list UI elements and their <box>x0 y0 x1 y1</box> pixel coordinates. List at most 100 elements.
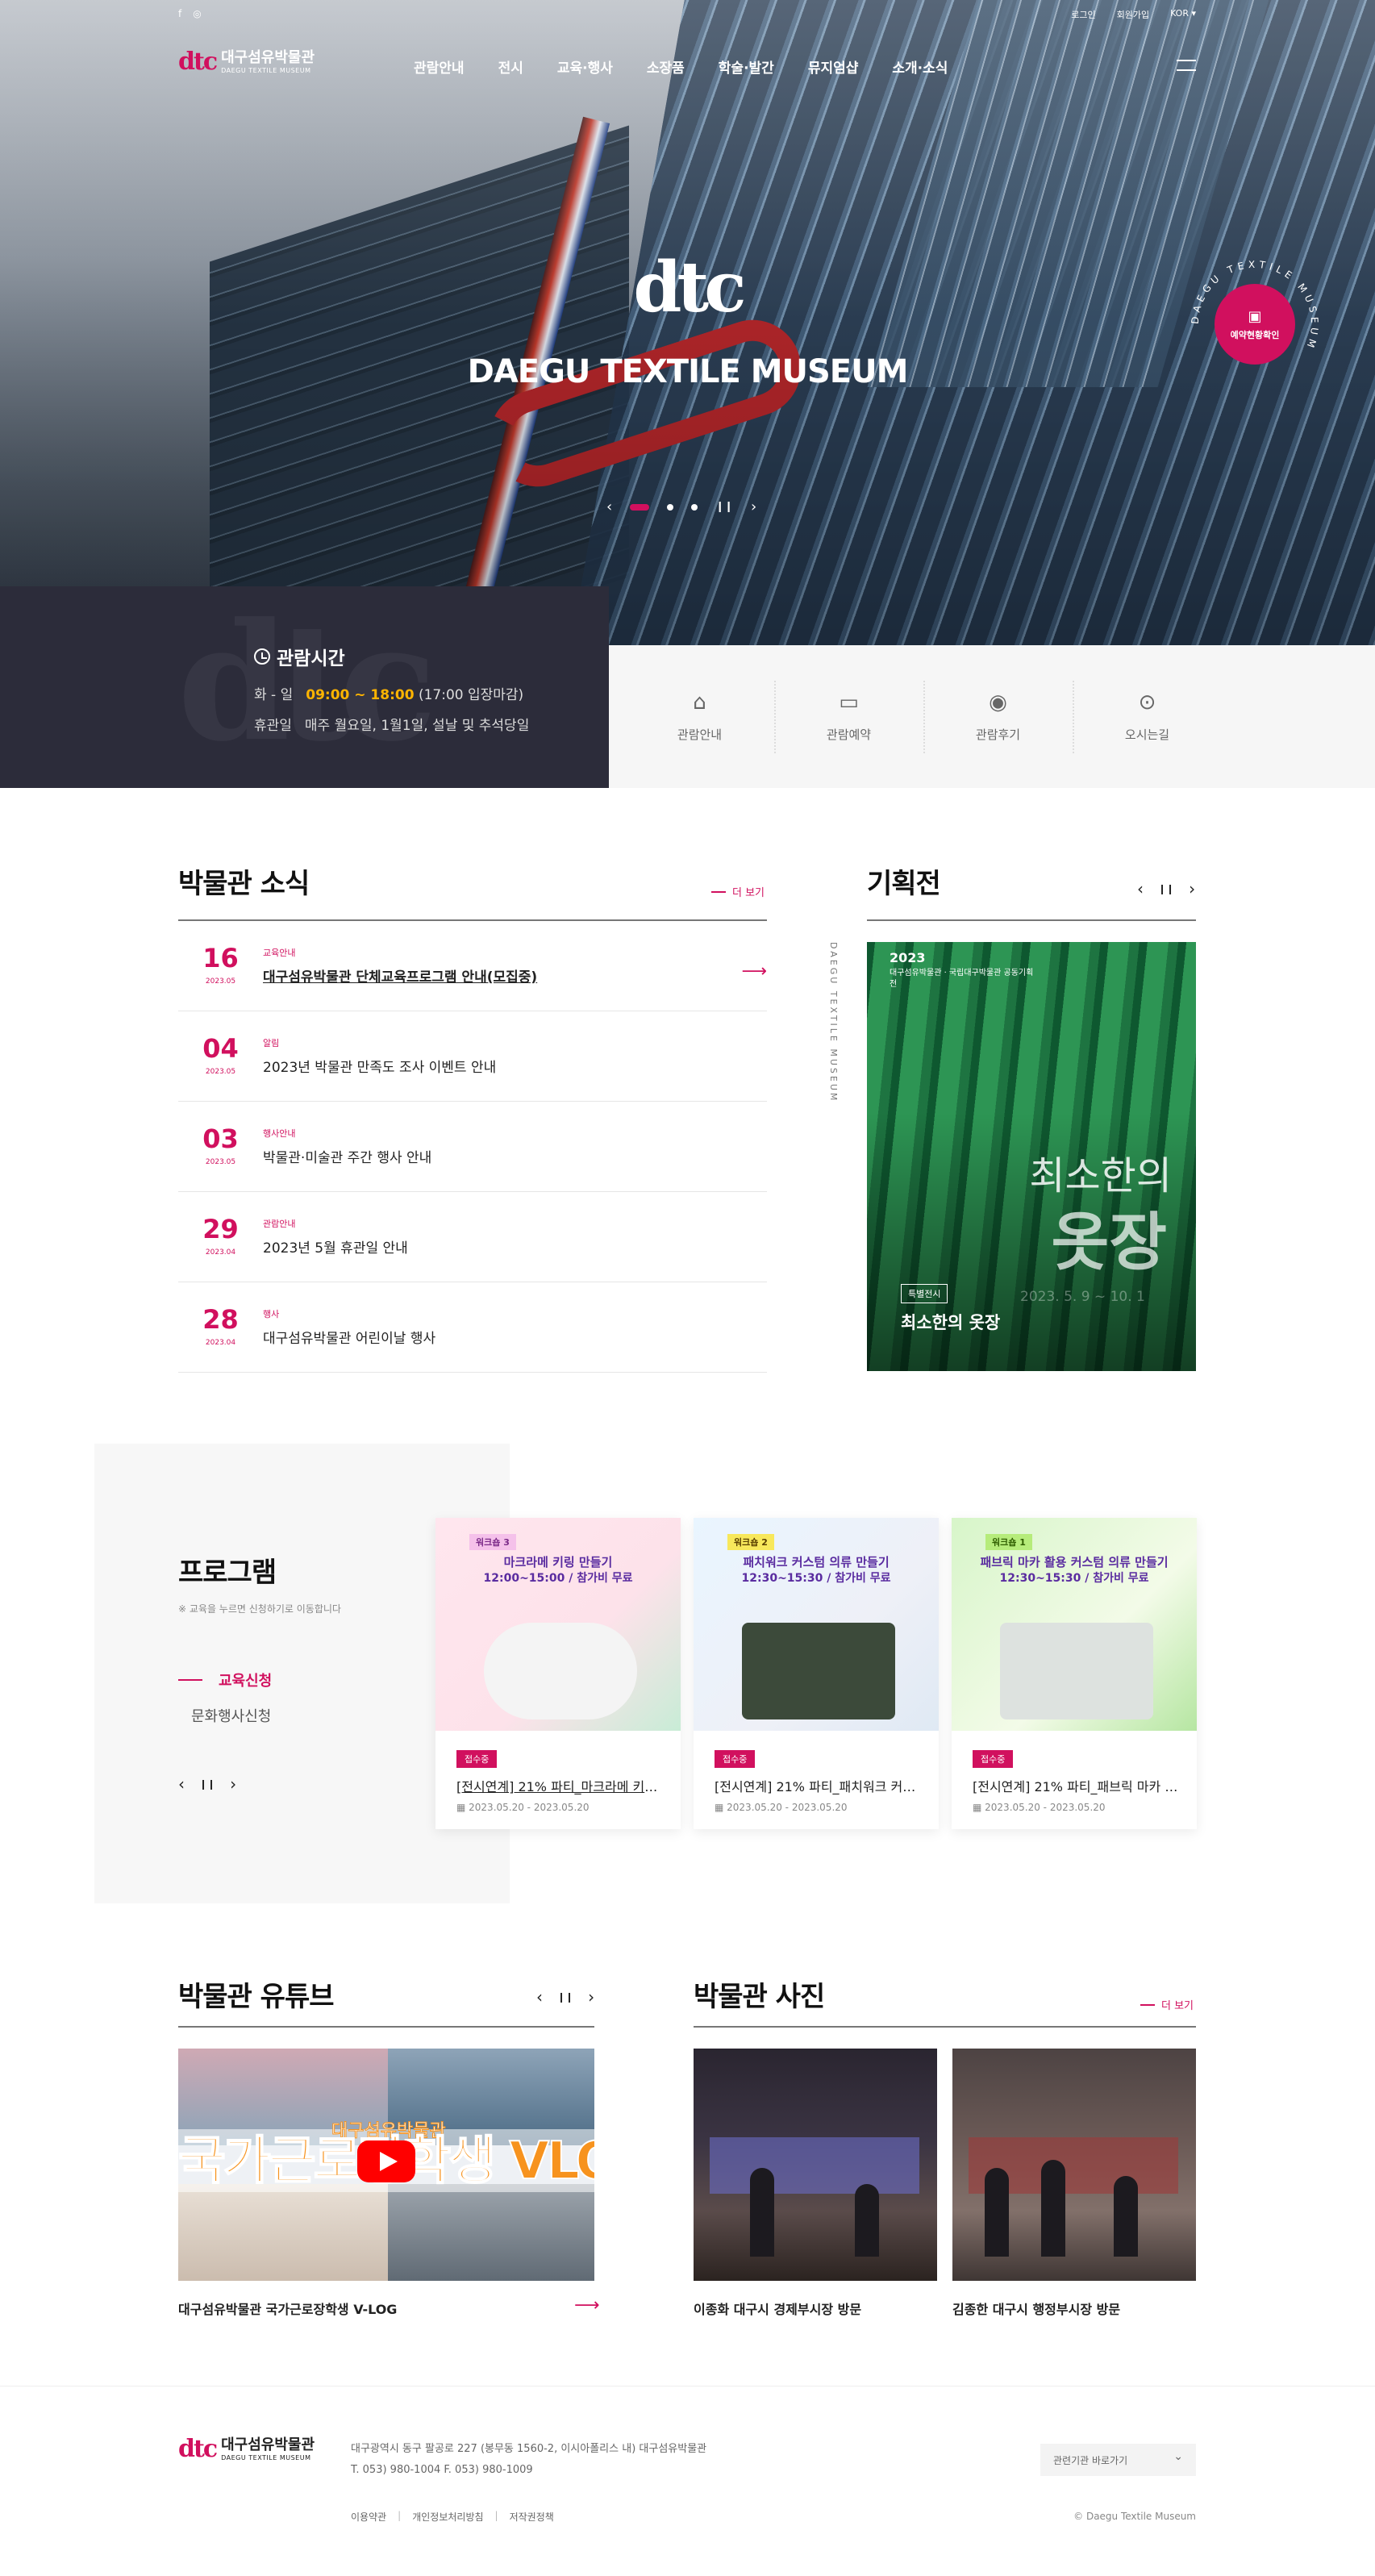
youtube-caption[interactable]: 대구섬유박물관 국가근로장학생 V-LOG <box>178 2299 397 2318</box>
exhibit-section: 2023 대구섬유박물관 · 국립대구박물관 공동기획전 최소한의 옷장 202… <box>867 919 1196 1371</box>
next-icon[interactable]: › <box>751 498 756 515</box>
quick-review[interactable]: ◉ 관람후기 <box>923 645 1073 788</box>
slide-indicator-active[interactable] <box>630 503 650 511</box>
main-nav: 관람안내 전시 교육·행사 소장품 학술·발간 뮤지엄샵 소개·소식 <box>414 56 981 77</box>
calendar-icon: ▦ <box>715 1802 727 1813</box>
tab-cultural-events[interactable]: 문화행사신청 <box>191 1705 271 1726</box>
related-sites-select[interactable]: 관련기관 바로가기 <box>1040 2444 1196 2476</box>
exhibit-name: 최소한의 옷장 <box>901 1313 1001 1332</box>
instagram-icon[interactable]: ◎ <box>193 8 201 19</box>
copyright: © Daegu Textile Museum <box>1073 2511 1196 2522</box>
language-select[interactable]: KOR ▾ <box>1170 8 1196 21</box>
prev-icon[interactable]: ‹ <box>606 498 612 515</box>
shirt-image <box>742 1623 895 1719</box>
arrow-right-icon: ⟶ <box>741 961 767 982</box>
program-title: 프로그램 <box>178 1557 277 1589</box>
ticket-icon: ▭ <box>839 690 859 715</box>
calendar-icon: ▦ <box>456 1802 469 1813</box>
page: f ◎ 로그인 회원가입 KOR ▾ dtc 대구섬유박물관 DAEGU TEX… <box>0 0 1375 2576</box>
hero-slider: f ◎ 로그인 회원가입 KOR ▾ dtc 대구섬유박물관 DAEGU TEX… <box>0 0 1375 645</box>
clock-icon <box>254 648 270 665</box>
news-item[interactable]: 28 2023.04 행사 대구섬유박물관 어린이날 행사 <box>178 1282 767 1373</box>
calendar-icon: ▣ <box>1248 307 1262 325</box>
program-card[interactable]: 워크숍 3 마크라메 키링 만들기 12:00~15:00 / 참가비 무료 접… <box>435 1518 681 1829</box>
youtube-title: 박물관 유튜브 <box>178 1981 335 2013</box>
footer-links: 이용약관 | 개인정보처리방침 | 저작권정책 <box>351 2510 554 2524</box>
slide-indicator[interactable] <box>667 503 674 511</box>
news-item[interactable]: 29 2023.04 관람안내 2023년 5월 휴관일 안내 <box>178 1192 767 1282</box>
quick-menu: ⌂ 관람안내 ▭ 관람예약 ◉ 관람후기 ⊙ 오시는길 <box>609 645 1375 788</box>
arrow-right-icon[interactable]: ⟶ <box>574 2295 600 2315</box>
logo-mark: dtc <box>178 48 218 76</box>
pause-icon[interactable]: ❙❙ <box>557 1991 573 2003</box>
privacy-link[interactable]: 개인정보처리방침 <box>412 2510 483 2524</box>
join-link[interactable]: 회원가입 <box>1117 8 1149 21</box>
next-icon[interactable]: › <box>588 1987 594 2007</box>
photo-title: 박물관 사진 <box>694 1981 825 2013</box>
pause-icon[interactable]: ❙❙ <box>1158 883 1174 894</box>
facebook-icon[interactable]: f <box>178 8 181 19</box>
exhibit-controls: ‹ ❙❙ › <box>1137 879 1195 898</box>
program-controls: ‹ ❙❙ › <box>178 1774 236 1794</box>
closed-row: 휴관일 매주 월요일, 1월1일, 설날 및 추석당일 <box>254 718 530 734</box>
hero-title: DAEGU TEXTILE MUSEUM <box>467 353 909 390</box>
youtube-thumbnail[interactable]: 대구섬유박물관 국가근로장학생 VLOG <box>178 2049 594 2281</box>
footer-logo[interactable]: dtc 대구섬유박물관 DAEGU TEXTILE MUSEUM <box>178 2437 315 2461</box>
location-icon: ⊙ <box>1138 690 1156 715</box>
prev-icon[interactable]: ‹ <box>178 1774 185 1794</box>
program-card[interactable]: 워크숍 2 패치워크 커스텀 의류 만들기 12:30~15:30 / 참가비 … <box>694 1518 939 1829</box>
reservation-status-button[interactable]: DAEGU TEXTILE MUSEUM ▣ 예약현황확인 <box>1187 256 1323 392</box>
logo-name: 대구섬유박물관 <box>221 48 315 66</box>
pause-icon[interactable]: ❙❙ <box>199 1778 215 1790</box>
pause-icon[interactable]: ❙❙ <box>715 501 733 513</box>
slide-indicator[interactable] <box>691 503 698 511</box>
photo-more-link[interactable]: 더 보기 <box>1140 1997 1194 2012</box>
photo-thumbnail[interactable] <box>694 2049 937 2281</box>
photo-caption[interactable]: 이종화 대구시 경제부시장 방문 <box>694 2299 861 2318</box>
news-more-link[interactable]: 더 보기 <box>711 884 765 899</box>
youtube-play-icon[interactable] <box>357 2140 415 2182</box>
hours-title: 관람시간 <box>254 643 345 670</box>
footer-address: 대구광역시 동구 팔공로 227 (봉무동 1560-2, 이시아폴리스 내) … <box>351 2443 707 2476</box>
nav-item-shop[interactable]: 뮤지엄샵 <box>808 56 859 77</box>
youtube-controls: ‹ ❙❙ › <box>536 1987 594 2007</box>
quick-directions[interactable]: ⊙ 오시는길 <box>1073 645 1222 788</box>
program-card[interactable]: 워크숍 1 패브릭 마카 활용 커스텀 의류 만들기 12:30~15:30 /… <box>952 1518 1197 1829</box>
quick-reservation[interactable]: ▭ 관람예약 <box>774 645 923 788</box>
exhibit-badge: 특별전시 <box>901 1284 948 1303</box>
nav-item-exhibition[interactable]: 전시 <box>498 56 523 77</box>
news-item[interactable]: 04 2023.05 알림 2023년 박물관 만족도 조사 이벤트 안내 <box>178 1011 767 1102</box>
hero-controls: ‹ ❙❙ › <box>606 498 768 515</box>
prev-icon[interactable]: ‹ <box>1137 879 1144 898</box>
photo-thumbnail[interactable] <box>952 2049 1196 2281</box>
nav-item-collection[interactable]: 소장품 <box>647 56 685 77</box>
top-utility-bar: f ◎ 로그인 회원가입 KOR ▾ <box>0 8 1375 24</box>
photo-caption[interactable]: 김종한 대구시 행정부시장 방문 <box>952 2299 1120 2318</box>
news-title: 박물관 소식 <box>178 868 310 900</box>
login-link[interactable]: 로그인 <box>1071 8 1095 21</box>
hours-row: 화 - 일 09:00 ~ 18:00 (17:00 입장마감) <box>254 687 524 703</box>
site-logo[interactable]: dtc 대구섬유박물관 DAEGU TEXTILE MUSEUM <box>178 50 315 74</box>
hero-logo: dtc <box>633 247 746 328</box>
nav-item-research[interactable]: 학술·발간 <box>719 56 774 77</box>
exhibit-title: 기획전 <box>867 868 941 900</box>
next-icon[interactable]: › <box>230 1774 236 1794</box>
next-icon[interactable]: › <box>1189 879 1195 898</box>
exhibit-poster[interactable]: 2023 대구섬유박물관 · 국립대구박물관 공동기획전 최소한의 옷장 202… <box>867 942 1196 1371</box>
opening-hours: dtc 관람시간 화 - 일 09:00 ~ 18:00 (17:00 입장마감… <box>0 586 609 788</box>
terms-link[interactable]: 이용약관 <box>351 2510 386 2524</box>
copyright-policy-link[interactable]: 저작권정책 <box>510 2510 554 2524</box>
news-item[interactable]: 16 2023.05 교육안내 대구섬유박물관 단체교육프로그램 안내(모집중) ⟶ <box>178 921 767 1011</box>
calendar-icon: ▦ <box>973 1802 985 1813</box>
logo-sub: DAEGU TEXTILE MUSEUM <box>221 66 311 74</box>
news-item[interactable]: 03 2023.05 행사안내 박물관·미술관 주간 행사 안내 <box>178 1102 767 1192</box>
prev-icon[interactable]: ‹ <box>536 1987 543 2007</box>
tab-education[interactable]: 교육신청 <box>178 1669 272 1690</box>
nav-item-education[interactable]: 교육·행사 <box>557 56 613 77</box>
vertical-label: DAEGU TEXTILE MUSEUM <box>828 942 839 1103</box>
quick-visit[interactable]: ⌂ 관람안내 <box>625 645 774 788</box>
menu-icon[interactable] <box>1177 60 1196 71</box>
nav-item-visit[interactable]: 관람안내 <box>414 56 465 77</box>
reserve-label: 예약현황확인 <box>1230 329 1280 340</box>
nav-item-about[interactable]: 소개·소식 <box>892 56 948 77</box>
